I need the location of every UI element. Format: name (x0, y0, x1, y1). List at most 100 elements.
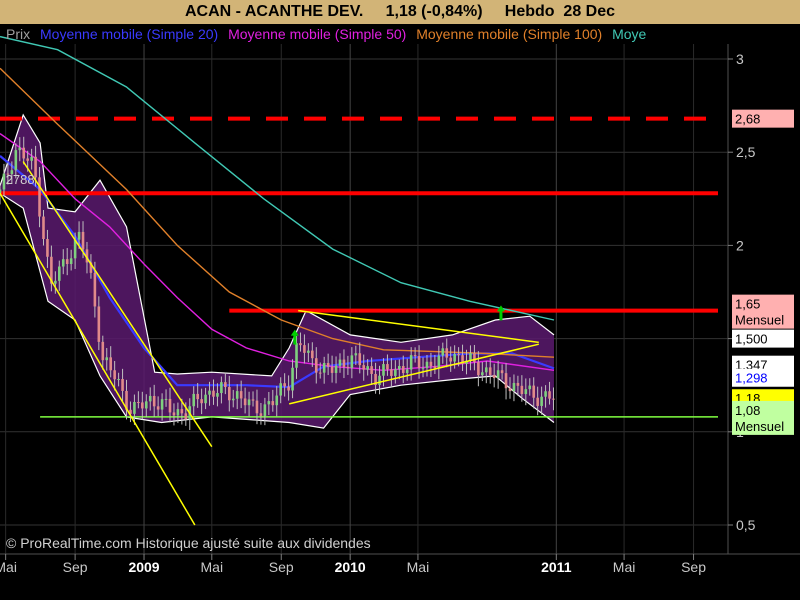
candle-body (378, 375, 381, 386)
candle-body (469, 353, 472, 361)
x-tick-label: Sep (63, 559, 88, 575)
price-tag-value: 1,298 (735, 371, 768, 386)
candle-body (291, 367, 294, 391)
candle-body (251, 399, 255, 401)
candle-body (457, 354, 460, 356)
candle-body (366, 366, 369, 370)
candle-body (208, 390, 211, 395)
candle-body (386, 364, 389, 370)
candle-body (231, 398, 235, 401)
candle-body (390, 369, 393, 376)
candle-body (516, 382, 520, 386)
candle-body (362, 365, 366, 370)
candle-body (409, 355, 413, 370)
candle-body (235, 391, 239, 399)
candle-body (148, 395, 152, 402)
candle-body (496, 370, 500, 379)
chart-title: ACAN - ACANTHE DEV. 1,18 (-0,84%) Hebdo … (184, 3, 616, 20)
x-tick-label: 2011 (541, 559, 572, 575)
candle-body (42, 216, 45, 240)
candle-body (433, 366, 437, 369)
candle-body (334, 365, 338, 373)
candle-body (441, 348, 445, 356)
candle-body (144, 401, 148, 409)
title-bar: ACAN - ACANTHE DEV. 1,18 (-0,84%) Hebdo … (0, 0, 800, 24)
candle-body (358, 353, 362, 366)
candle-body (453, 354, 456, 362)
candle-body (156, 406, 160, 410)
candle-body (224, 382, 227, 388)
candle-body (30, 156, 33, 161)
candle-body (322, 363, 326, 373)
candle-body (500, 370, 504, 374)
candle-body (382, 364, 385, 376)
y-tick-label: 0,5 (736, 517, 756, 533)
price-tag-value: 2,68 (735, 112, 760, 127)
legend: Prix Moyenne mobile (Simple 20) Moyenne … (0, 24, 728, 44)
candle-body (405, 369, 409, 374)
candle-body (239, 391, 243, 399)
candle-body (307, 350, 310, 353)
candle-body (137, 402, 140, 404)
candle-body (54, 280, 57, 284)
candle-body (46, 239, 49, 257)
candle-body (216, 393, 219, 397)
candle-body (212, 390, 215, 397)
candle-body (38, 177, 41, 217)
candle-body (18, 147, 22, 151)
candle-body (544, 391, 547, 397)
candle-body (228, 387, 231, 401)
candle-body (34, 156, 37, 178)
candle-body (259, 413, 263, 416)
candle-body (504, 373, 508, 389)
candle-body (61, 259, 65, 267)
inline-price-label: 2788 (6, 172, 35, 187)
legend-item-sma100: Moyenne mobile (Simple 100) (416, 26, 603, 42)
candle-body (477, 362, 480, 376)
candle-body (342, 359, 346, 367)
candle-body (370, 366, 373, 374)
y-tick-label: 3 (736, 51, 744, 67)
x-tick-label: Sep (269, 559, 294, 575)
candle-body (314, 358, 318, 373)
candle-body (354, 353, 358, 356)
candle-body (532, 385, 536, 398)
candle-body (492, 374, 496, 379)
candle-body (311, 350, 314, 359)
candle-body (93, 272, 97, 307)
candle-body (65, 259, 69, 265)
candle-body (437, 355, 441, 369)
candle-body (121, 379, 124, 391)
candle-body (117, 379, 120, 381)
candle-body (81, 231, 85, 250)
candle-body (330, 366, 334, 373)
candle-body (484, 367, 488, 373)
candle-body (101, 341, 105, 361)
candle-body (77, 231, 81, 240)
candle-body (299, 343, 302, 346)
candle-body (488, 367, 492, 375)
candle-body (220, 382, 223, 394)
candle-body (512, 382, 516, 392)
y-tick-label: 2 (736, 237, 744, 253)
candle-body (287, 386, 290, 391)
x-axis-ticks: Mai Sep 2009 Mai Sep 2010 Mai 2011 Mai Sep (0, 554, 706, 575)
price-tag-value: 1,65 (735, 297, 760, 312)
candle-body (283, 383, 286, 387)
inline-labels: 2788 (6, 172, 35, 187)
candle-body (279, 383, 282, 396)
candle-body (113, 370, 116, 380)
legend-item-sma20: Moyenne mobile (Simple 20) (40, 26, 219, 42)
candle-body (271, 401, 275, 406)
candle-body (401, 365, 405, 374)
candle-body (540, 396, 543, 406)
candle-body (184, 413, 188, 420)
candle-body (508, 388, 512, 392)
candle-body (200, 399, 203, 404)
candle-body (26, 158, 29, 161)
candle-body (109, 357, 112, 371)
candle-body (247, 399, 251, 406)
candle-body (350, 355, 354, 368)
candle-body (141, 402, 144, 409)
price-tag-value: 1,08 (735, 403, 760, 418)
